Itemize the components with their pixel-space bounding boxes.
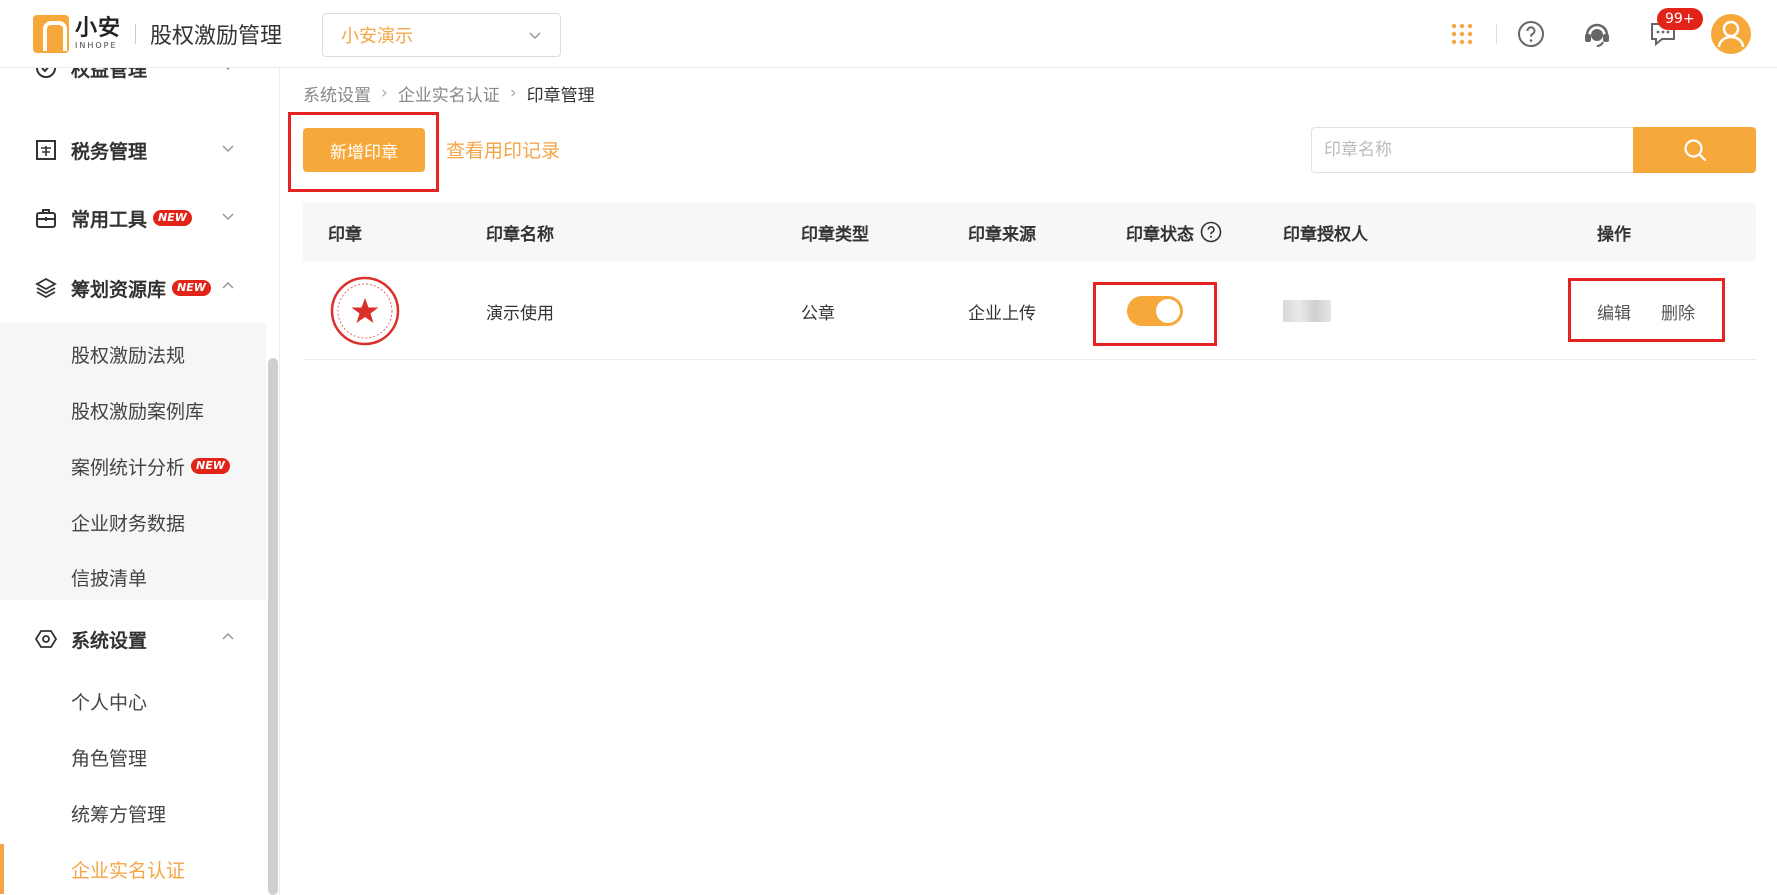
column-header: 印章名称 <box>486 224 554 245</box>
breadcrumb-item[interactable]: 系统设置 <box>303 81 371 106</box>
status-cell <box>1127 262 1183 360</box>
breadcrumb-chevron-icon: › <box>381 83 388 103</box>
breadcrumb-chevron-icon: › <box>509 83 517 103</box>
breadcrumb-item[interactable]: 企业实名认证 <box>398 81 500 106</box>
column-header-label: 印章状态 <box>1126 224 1194 245</box>
toolbox-icon <box>35 207 57 229</box>
sidebar-item-case-analysis[interactable]: 案例统计分析 NEW <box>0 441 266 491</box>
logo-name: 小安 <box>75 16 122 41</box>
sidebar-group-tools[interactable]: 常用工具 NEW <box>0 190 266 246</box>
seal-name: 演示使用 <box>486 303 554 324</box>
table-header: 印章 印章名称 印章类型 印章来源 印章状态 印章授权人 操作 <box>303 203 1756 261</box>
seal-stamp-icon[interactable] <box>330 276 400 346</box>
message-icon[interactable]: 99+ <box>1643 8 1703 54</box>
toggle-knob <box>1156 299 1180 323</box>
logo-subtitle: INHOPE <box>75 41 118 50</box>
sidebar-item-enterprise-verification[interactable]: 企业实名认证 <box>0 844 266 894</box>
blurred-authorized-person <box>1283 300 1331 322</box>
logo-divider <box>135 24 137 44</box>
column-header-status: 印章状态 <box>1126 203 1222 261</box>
org-select[interactable]: 小安演示 <box>322 13 561 57</box>
seal-source: 企业上传 <box>968 303 1036 324</box>
equity-icon <box>35 68 57 79</box>
tax-icon <box>35 139 57 161</box>
delete-button[interactable]: 删除 <box>1661 299 1695 324</box>
edit-button[interactable]: 编辑 <box>1597 299 1631 324</box>
sidebar-group-resources[interactable]: 筹划资源库 NEW <box>0 260 266 316</box>
logo-mark-icon <box>33 15 69 53</box>
chevron-up-icon <box>222 632 234 640</box>
seal-name-search-input[interactable] <box>1311 127 1635 173</box>
sidebar-group-equity[interactable]: 权益管理 <box>0 68 266 96</box>
sidebar-item-personal-center[interactable]: 个人中心 <box>0 676 266 726</box>
sidebar-group-label: 系统设置 <box>71 629 148 652</box>
sidebar-item-coordinator-management[interactable]: 统筹方管理 <box>0 788 266 838</box>
customer-service-icon[interactable] <box>1577 14 1617 54</box>
layers-icon <box>35 277 57 299</box>
org-select-value: 小安演示 <box>341 26 413 47</box>
authorized-cell <box>1283 262 1331 360</box>
column-header: 印章类型 <box>801 224 869 245</box>
settings-icon <box>35 628 57 650</box>
add-seal-button[interactable]: 新增印章 <box>303 128 425 172</box>
sidebar-group-settings[interactable]: 系统设置 <box>0 611 266 667</box>
sidebar-group-label: 筹划资源库 <box>71 278 167 301</box>
view-seal-records-link[interactable]: 查看用印记录 <box>446 136 560 163</box>
sidebar-item-financial-data[interactable]: 企业财务数据 <box>0 497 266 547</box>
sidebar-group-tax[interactable]: 税务管理 <box>0 122 266 178</box>
user-avatar-icon[interactable] <box>1711 14 1751 54</box>
breadcrumb: 系统设置 › 企业实名认证 › 印章管理 <box>303 81 595 106</box>
column-header: 印章来源 <box>968 224 1036 245</box>
chevron-down-icon <box>222 213 234 221</box>
chevron-up-icon <box>222 281 234 289</box>
seal-type: 公章 <box>801 303 835 324</box>
help-icon[interactable] <box>1200 221 1222 243</box>
seal-cell <box>330 262 400 360</box>
logo[interactable]: 小安 INHOPE 股权激励管理 <box>33 15 282 53</box>
sidebar-group-label: 常用工具 <box>71 208 148 231</box>
seal-status-toggle[interactable] <box>1127 296 1183 326</box>
chevron-down-icon <box>225 68 231 71</box>
apps-grid-icon[interactable] <box>1442 14 1482 54</box>
sidebar: 权益管理 税务管理 常用工具 NEW 筹划资源库 NEW 股权激励法规 股权激励… <box>0 68 280 895</box>
sidebar-item-disclosure-list[interactable]: 信披清单 <box>0 552 266 602</box>
new-badge: NEW <box>172 280 211 296</box>
app-title: 股权激励管理 <box>150 24 283 49</box>
actions-cell: 编辑 删除 <box>1597 262 1695 360</box>
sidebar-scrollbar[interactable] <box>268 358 278 895</box>
chevron-down-icon <box>529 32 541 40</box>
sidebar-item-regulations[interactable]: 股权激励法规 <box>0 329 266 379</box>
sidebar-item-label: 案例统计分析 <box>71 456 186 479</box>
search-button[interactable] <box>1633 127 1756 173</box>
column-header: 操作 <box>1597 224 1631 245</box>
sidebar-group-label: 权益管理 <box>71 68 148 81</box>
column-header: 印章 <box>328 224 362 245</box>
sidebar-item-case-library[interactable]: 股权激励案例库 <box>0 385 266 435</box>
sidebar-group-label: 税务管理 <box>71 140 148 163</box>
search-icon <box>1683 139 1706 162</box>
chevron-down-icon <box>222 145 234 153</box>
sidebar-item-role-management[interactable]: 角色管理 <box>0 732 266 782</box>
breadcrumb-current: 印章管理 <box>526 85 595 106</box>
new-badge: NEW <box>191 458 230 474</box>
message-badge: 99+ <box>1657 8 1703 30</box>
table-row: 演示使用 公章 企业上传 编辑 删除 <box>303 262 1756 360</box>
new-badge: NEW <box>153 210 192 226</box>
top-icons-divider <box>1496 24 1497 44</box>
column-header: 印章授权人 <box>1283 224 1368 245</box>
top-bar: 小安 INHOPE 股权激励管理 小安演示 99+ <box>0 0 1777 68</box>
help-icon[interactable] <box>1511 14 1551 54</box>
